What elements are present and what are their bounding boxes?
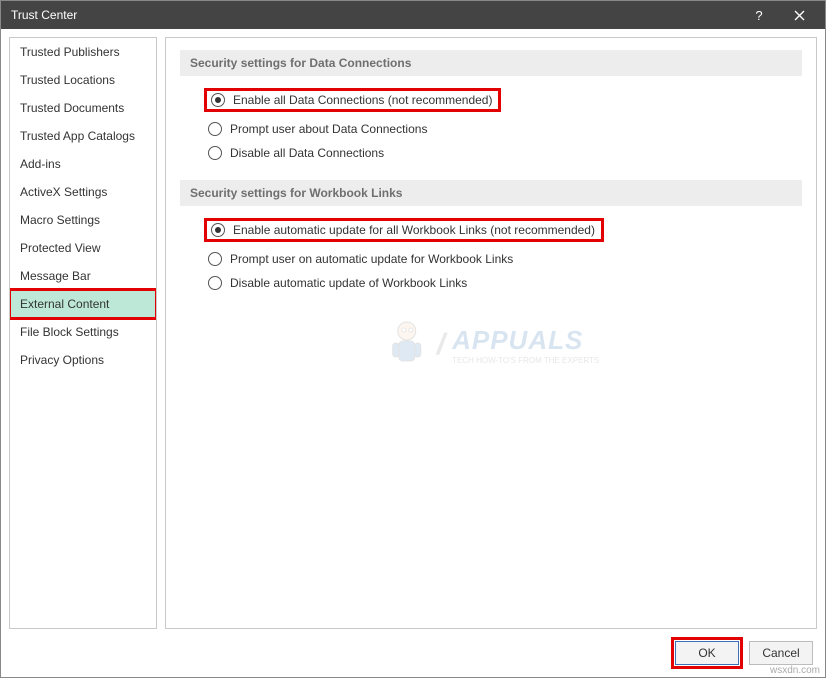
radio-icon: [211, 93, 225, 107]
sidebar-item-trusted-publishers[interactable]: Trusted Publishers: [10, 38, 156, 66]
trust-center-dialog: Trust Center ? Trusted Publishers Truste…: [0, 0, 826, 678]
radio-icon: [208, 252, 222, 266]
radio-label: Prompt user on automatic update for Work…: [230, 252, 513, 266]
radio-icon: [208, 276, 222, 290]
cancel-button[interactable]: Cancel: [749, 641, 813, 665]
radio-icon: [211, 223, 225, 237]
sidebar: Trusted Publishers Trusted Locations Tru…: [9, 37, 157, 629]
watermark-text: APPUALS: [452, 325, 599, 356]
attribution-text: wsxdn.com: [770, 665, 820, 676]
data-connections-group: Security settings for Data Connections E…: [180, 50, 802, 162]
sidebar-item-message-bar[interactable]: Message Bar: [10, 262, 156, 290]
help-button[interactable]: ?: [739, 1, 779, 29]
sidebar-item-trusted-documents[interactable]: Trusted Documents: [10, 94, 156, 122]
sidebar-item-add-ins[interactable]: Add-ins: [10, 150, 156, 178]
radio-label: Prompt user about Data Connections: [230, 122, 427, 136]
sidebar-item-external-content[interactable]: External Content: [10, 290, 156, 318]
radio-wl-enable[interactable]: Enable automatic update for all Workbook…: [180, 216, 802, 244]
radio-dc-enable[interactable]: Enable all Data Connections (not recomme…: [180, 86, 802, 114]
radio-icon: [208, 146, 222, 160]
radio-label: Enable all Data Connections (not recomme…: [233, 93, 492, 107]
radio-label: Disable automatic update of Workbook Lin…: [230, 276, 467, 290]
data-connections-header: Security settings for Data Connections: [180, 50, 802, 76]
radio-wl-disable[interactable]: Disable automatic update of Workbook Lin…: [180, 274, 802, 292]
sidebar-item-macro-settings[interactable]: Macro Settings: [10, 206, 156, 234]
radio-dc-disable[interactable]: Disable all Data Connections: [180, 144, 802, 162]
sidebar-item-privacy-options[interactable]: Privacy Options: [10, 346, 156, 374]
sidebar-item-file-block-settings[interactable]: File Block Settings: [10, 318, 156, 346]
titlebar: Trust Center ?: [1, 1, 825, 29]
ok-button[interactable]: OK: [675, 641, 739, 665]
watermark: / APPUALS TECH HOW-TO'S FROM THE EXPERTS: [383, 317, 600, 373]
workbook-links-group: Security settings for Workbook Links Ena…: [180, 180, 802, 292]
radio-label: Disable all Data Connections: [230, 146, 384, 160]
radio-dc-prompt[interactable]: Prompt user about Data Connections: [180, 120, 802, 138]
watermark-subtext: TECH HOW-TO'S FROM THE EXPERTS: [452, 356, 599, 365]
window-title: Trust Center: [11, 8, 739, 22]
sidebar-item-protected-view[interactable]: Protected View: [10, 234, 156, 262]
radio-icon: [208, 122, 222, 136]
watermark-mascot-icon: [383, 317, 431, 373]
dialog-footer: OK Cancel: [1, 637, 825, 677]
workbook-links-header: Security settings for Workbook Links: [180, 180, 802, 206]
sidebar-item-trusted-locations[interactable]: Trusted Locations: [10, 66, 156, 94]
sidebar-item-activex-settings[interactable]: ActiveX Settings: [10, 178, 156, 206]
dialog-body: Trusted Publishers Trusted Locations Tru…: [1, 29, 825, 637]
sidebar-item-trusted-app-catalogs[interactable]: Trusted App Catalogs: [10, 122, 156, 150]
close-button[interactable]: [779, 1, 819, 29]
radio-label: Enable automatic update for all Workbook…: [233, 223, 595, 237]
radio-wl-prompt[interactable]: Prompt user on automatic update for Work…: [180, 250, 802, 268]
content-pane: Security settings for Data Connections E…: [165, 37, 817, 629]
close-icon: [794, 10, 805, 21]
